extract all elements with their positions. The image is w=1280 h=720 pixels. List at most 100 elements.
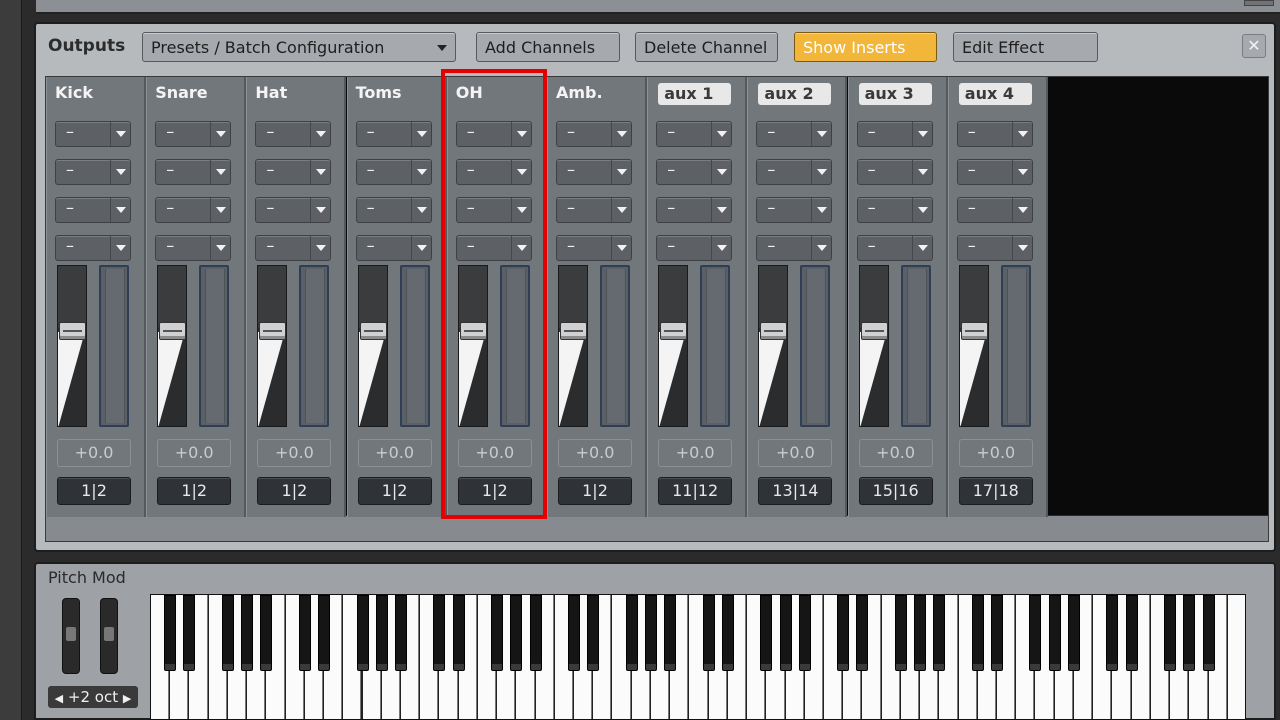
insert-slot-dropdown[interactable]: – [756,121,833,147]
output-route-button[interactable]: 11|12 [658,477,733,505]
black-key[interactable] [779,595,792,671]
insert-slot-dropdown[interactable]: – [756,235,833,261]
black-key[interactable] [721,595,734,671]
gain-field[interactable]: +0.0 [958,439,1033,467]
black-key[interactable] [702,595,715,671]
insert-slot-dropdown[interactable]: – [355,197,432,223]
insert-slot-dropdown[interactable]: – [856,159,933,185]
edit-effect-button[interactable]: Edit Effect [953,32,1098,62]
insert-slot-dropdown[interactable]: – [155,159,232,185]
black-key[interactable] [1183,595,1196,671]
fader-handle[interactable] [359,322,387,340]
black-key[interactable] [1164,595,1177,671]
black-key[interactable] [664,595,677,671]
insert-slot-dropdown[interactable]: – [656,121,733,147]
show-inserts-button[interactable]: Show Inserts [794,32,937,62]
volume-fader[interactable] [758,265,789,427]
gain-field[interactable]: +0.0 [57,439,131,467]
black-key[interactable] [241,595,254,671]
channel-name[interactable]: aux 2 [758,83,832,105]
fader-handle[interactable] [760,322,788,340]
gain-field[interactable]: +0.0 [758,439,833,467]
gain-field[interactable]: +0.0 [457,439,532,467]
output-route-button[interactable]: 1|2 [257,477,332,505]
output-route-button[interactable]: 1|2 [558,477,632,505]
mixer-scrollbar[interactable] [46,515,1268,541]
black-key[interactable] [529,595,542,671]
fader-handle[interactable] [259,322,287,340]
insert-slot-dropdown[interactable]: – [255,121,332,147]
insert-slot-dropdown[interactable]: – [856,235,933,261]
output-route-button[interactable]: 1|2 [457,477,532,505]
insert-slot-dropdown[interactable]: – [556,159,632,185]
delete-channel-button[interactable]: Delete Channel [635,32,778,62]
volume-fader[interactable] [958,265,989,427]
insert-slot-dropdown[interactable]: – [455,121,532,147]
insert-slot-dropdown[interactable]: – [656,197,733,223]
insert-slot-dropdown[interactable]: – [956,159,1033,185]
insert-slot-dropdown[interactable]: – [556,121,632,147]
insert-slot-dropdown[interactable]: – [155,197,232,223]
mod-wheel[interactable] [100,598,118,674]
output-route-button[interactable]: 15|16 [858,477,933,505]
black-key[interactable] [1029,595,1042,671]
black-key[interactable] [568,595,581,671]
black-key[interactable] [433,595,446,671]
output-route-button[interactable]: 17|18 [958,477,1033,505]
volume-fader[interactable] [157,265,188,427]
insert-slot-dropdown[interactable]: – [255,159,332,185]
black-key[interactable] [356,595,369,671]
gain-field[interactable]: +0.0 [658,439,733,467]
fader-handle[interactable] [560,322,587,340]
insert-slot-dropdown[interactable]: – [756,159,833,185]
volume-fader[interactable] [257,265,288,427]
insert-slot-dropdown[interactable]: – [255,235,332,261]
black-key[interactable] [394,595,407,671]
black-key[interactable] [1202,595,1215,671]
fader-handle[interactable] [459,322,487,340]
black-key[interactable] [1048,595,1061,671]
black-key[interactable] [221,595,234,671]
black-key[interactable] [375,595,388,671]
black-key[interactable] [625,595,638,671]
add-channels-button[interactable]: Add Channels [476,32,620,62]
black-key[interactable] [298,595,311,671]
insert-slot-dropdown[interactable]: – [956,235,1033,261]
black-key[interactable] [318,595,331,671]
black-key[interactable] [760,595,773,671]
octave-up-icon[interactable]: ▶ [123,688,131,710]
black-key[interactable] [510,595,523,671]
black-key[interactable] [1067,595,1080,671]
black-key[interactable] [991,595,1004,671]
black-key[interactable] [894,595,907,671]
black-key[interactable] [837,595,850,671]
volume-fader[interactable] [858,265,889,427]
black-key[interactable] [1125,595,1138,671]
fader-handle[interactable] [59,322,86,340]
channel-name[interactable]: aux 1 [658,83,732,105]
gain-field[interactable]: +0.0 [257,439,332,467]
output-route-button[interactable]: 1|2 [57,477,131,505]
close-icon[interactable]: ✕ [1242,34,1266,58]
black-key[interactable] [914,595,927,671]
black-key[interactable] [164,595,177,671]
black-key[interactable] [260,595,273,671]
fader-handle[interactable] [660,322,688,340]
black-key[interactable] [971,595,984,671]
volume-fader[interactable] [558,265,588,427]
gain-field[interactable]: +0.0 [558,439,632,467]
insert-slot-dropdown[interactable]: – [455,159,532,185]
black-key[interactable] [491,595,504,671]
insert-slot-dropdown[interactable]: – [956,197,1033,223]
insert-slot-dropdown[interactable]: – [55,197,131,223]
insert-slot-dropdown[interactable]: – [355,121,432,147]
insert-slot-dropdown[interactable]: – [656,159,733,185]
channel-name[interactable]: aux 3 [858,83,932,105]
insert-slot-dropdown[interactable]: – [656,235,733,261]
insert-slot-dropdown[interactable]: – [55,159,131,185]
insert-slot-dropdown[interactable]: – [255,197,332,223]
insert-slot-dropdown[interactable]: – [355,235,432,261]
gain-field[interactable]: +0.0 [157,439,232,467]
black-key[interactable] [452,595,465,671]
gain-field[interactable]: +0.0 [357,439,432,467]
